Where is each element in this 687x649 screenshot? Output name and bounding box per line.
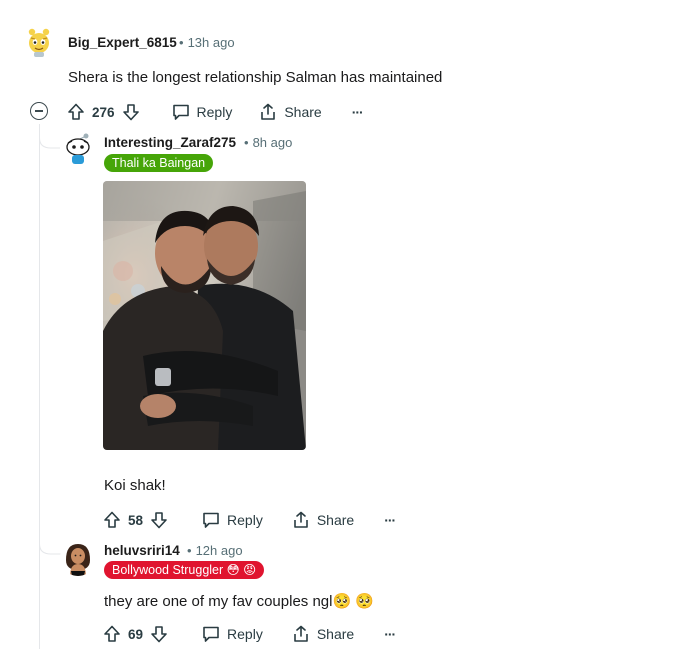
comment-timestamp: • 13h ago [173,35,235,50]
timestamp-text: 13h ago [187,35,235,50]
comment-author[interactable]: Big_Expert_6815 [68,35,177,50]
comment-actions: 69 Reply Share ··· [102,622,396,646]
comment-author[interactable]: Interesting_Zaraf275 [104,135,236,150]
minus-circle-icon [35,110,43,112]
thread-line-main [39,124,40,649]
vote-group: 69 [102,624,169,644]
timestamp-text: 8h ago [252,135,293,150]
more-options-button[interactable]: ··· [384,626,396,642]
reply-label: Reply [196,104,233,120]
more-options-button[interactable]: ··· [351,104,364,120]
user-flair: Bollywood Struggler 😳 😡 [104,561,265,579]
share-icon [258,102,278,122]
share-button[interactable]: Share [291,510,354,530]
more-options-icon: ··· [384,512,396,528]
more-options-button[interactable]: ··· [384,512,396,528]
comment-body: they are one of my fav couples ngl🥺 🥺 [104,593,374,610]
reply-button[interactable]: Reply [171,102,233,122]
comment-author[interactable]: heluvsriri14 [104,543,180,558]
comment-timestamp: • 12h ago [181,543,243,558]
comment-body: Shera is the longest relationship Salman… [68,69,443,86]
vote-count: 58 [128,512,144,528]
comment-image[interactable] [103,181,306,450]
more-options-icon: ··· [384,626,396,642]
arrow-up-icon[interactable] [66,102,86,122]
separator-dot: • [187,543,192,558]
arrow-down-icon[interactable] [149,624,169,644]
arrow-down-icon[interactable] [121,102,141,122]
speech-bubble-icon [201,510,221,530]
comment-actions: 276 Reply Share ··· [66,100,364,124]
separator-dot: • [244,135,249,150]
reply-button[interactable]: Reply [201,510,263,530]
share-label: Share [284,104,322,120]
speech-bubble-icon [201,624,221,644]
collapse-thread-button[interactable] [30,102,48,120]
vote-group: 276 [66,102,141,122]
speech-bubble-icon [171,102,191,122]
arrow-down-icon[interactable] [149,510,169,530]
reply-label: Reply [227,626,263,642]
snoo-avatar-icon [22,24,56,58]
share-label: Share [316,626,355,642]
comment-body: Koi shak! [104,477,166,494]
vote-count: 276 [92,104,115,120]
share-button[interactable]: Share [258,102,322,122]
share-label: Share [316,512,355,528]
avatar[interactable] [22,24,56,58]
comment-actions: 58 Reply Share ··· [102,508,396,532]
avatar[interactable] [60,540,96,576]
user-avatar-icon [60,540,96,576]
user-flair: Thali ka Baingan [104,154,214,172]
share-icon [291,624,311,644]
vote-count: 69 [128,626,144,642]
reply-label: Reply [227,512,263,528]
photo-two-men-hugging [103,181,306,450]
vote-group: 58 [102,510,169,530]
arrow-up-icon[interactable] [102,510,122,530]
arrow-up-icon[interactable] [102,624,122,644]
snoo-avatar-icon [60,130,96,166]
timestamp-text: 12h ago [195,543,243,558]
share-icon [291,510,311,530]
comment-timestamp: • 8h ago [238,135,292,150]
share-button[interactable]: Share [291,624,354,644]
more-options-icon: ··· [351,104,364,120]
avatar[interactable] [60,130,96,166]
separator-dot: • [179,35,184,50]
reply-button[interactable]: Reply [201,624,263,644]
